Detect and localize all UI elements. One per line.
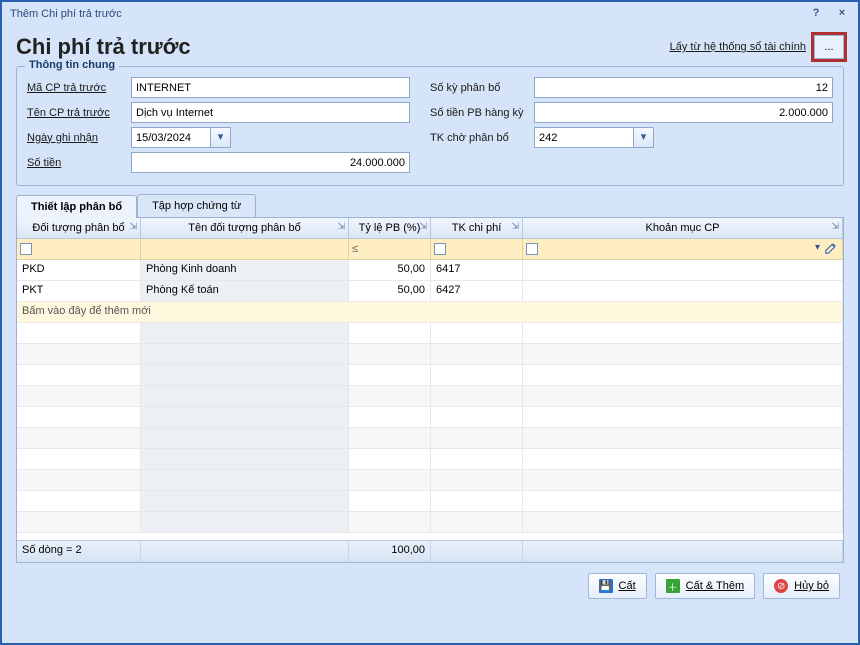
cell-tyle[interactable]: 50,00 xyxy=(349,281,431,301)
pin-icon[interactable]: ⇲ xyxy=(831,221,839,232)
col-ty-le[interactable]: Tỷ lệ PB (%)⇲ xyxy=(349,218,431,238)
add-row-hint: Bấm vào đây để thêm mới xyxy=(17,302,843,322)
grid-body: PKD Phòng Kinh doanh 50,00 6417 PKT Phòn… xyxy=(17,260,843,540)
col-tk-chi-phi[interactable]: TK chi phí⇲ xyxy=(431,218,523,238)
empty-row[interactable] xyxy=(17,491,843,512)
input-so-tien-pb[interactable] xyxy=(534,102,833,123)
label-so-tien: Số tiền xyxy=(27,157,131,169)
cell-tk[interactable]: 6417 xyxy=(431,260,523,280)
input-so-tien[interactable] xyxy=(131,152,410,173)
input-so-ky[interactable] xyxy=(534,77,833,98)
label-so-tien-pb: Số tiền PB hàng kỳ xyxy=(430,107,534,119)
grid-footer: Số dòng = 2 100,00 xyxy=(17,540,843,562)
label-tk-cho: TK chờ phân bổ xyxy=(430,132,534,144)
cell-doi-tuong[interactable]: PKT xyxy=(17,281,141,301)
footer-actions: 💾 Cất ＋ Cất & Thêm ⊘ Hủy bỏ xyxy=(2,563,858,609)
input-ngay-ghi-nhan[interactable] xyxy=(131,127,211,148)
fieldset-legend: Thông tin chung xyxy=(25,59,119,71)
tk-cho-dropdown-button[interactable]: ▾ xyxy=(634,127,654,148)
filter-khoan-muc[interactable]: ▾ xyxy=(523,239,843,259)
help-icon[interactable]: ? xyxy=(808,6,824,22)
edit-icon[interactable] xyxy=(824,241,838,258)
allocation-grid: Đối tượng phân bổ⇲ Tên đối tượng phân bổ… xyxy=(16,217,844,563)
label-ten-cp: Tên CP trả trước xyxy=(27,107,131,119)
add-new-row[interactable]: Bấm vào đây để thêm mới xyxy=(17,302,843,323)
grid-header: Đối tượng phân bổ⇲ Tên đối tượng phân bổ… xyxy=(17,218,843,239)
link-get-from-finance[interactable]: Lấy từ hệ thống sổ tài chính xyxy=(670,41,806,53)
header: Chi phí trả trước Lấy từ hệ thống sổ tài… xyxy=(2,26,858,66)
cell-ten[interactable]: Phòng Kinh doanh xyxy=(141,260,349,280)
cancel-button[interactable]: ⊘ Hủy bỏ xyxy=(763,573,840,599)
empty-row[interactable] xyxy=(17,449,843,470)
cell-tyle[interactable]: 50,00 xyxy=(349,260,431,280)
window-title: Thêm Chi phí trả trước xyxy=(10,8,122,20)
save-label: Cất xyxy=(619,580,636,592)
grid-filter-row: ≤ ▾ xyxy=(17,239,843,260)
filter-doi-tuong[interactable] xyxy=(17,239,141,259)
cell-km[interactable] xyxy=(523,281,843,301)
filter-tyle[interactable]: ≤ xyxy=(349,239,431,259)
fieldset-general-info: Thông tin chung Mã CP trả trước Số kỳ ph… xyxy=(16,66,844,186)
label-so-ky: Số kỳ phân bổ xyxy=(430,82,534,94)
empty-row[interactable] xyxy=(17,428,843,449)
save-add-icon: ＋ xyxy=(666,579,680,593)
save-icon: 💾 xyxy=(599,579,613,593)
empty-row[interactable] xyxy=(17,365,843,386)
label-ngay-ghi-nhan: Ngày ghi nhận xyxy=(27,132,131,144)
cell-km[interactable] xyxy=(523,260,843,280)
pin-icon[interactable]: ⇲ xyxy=(337,221,345,232)
filter-ten[interactable] xyxy=(141,239,349,259)
empty-row[interactable] xyxy=(17,386,843,407)
cell-ten[interactable]: Phòng Kế toán xyxy=(141,281,349,301)
tab-thiet-lap-phan-bo[interactable]: Thiết lập phân bổ xyxy=(16,195,137,218)
tab-tap-hop-chung-tu[interactable]: Tập hợp chứng từ xyxy=(137,194,256,217)
input-tk-cho[interactable] xyxy=(534,127,634,148)
more-button[interactable]: ... xyxy=(814,35,844,59)
pin-icon[interactable]: ⇲ xyxy=(419,221,427,232)
filter-toggle-icon[interactable] xyxy=(526,243,538,255)
input-ma-cp[interactable] xyxy=(131,77,410,98)
cell-doi-tuong[interactable]: PKD xyxy=(17,260,141,280)
pin-icon[interactable]: ⇲ xyxy=(511,221,519,232)
col-doi-tuong[interactable]: Đối tượng phân bổ⇲ xyxy=(17,218,141,238)
filter-toggle-icon[interactable] xyxy=(434,243,446,255)
label-ma-cp: Mã CP trả trước xyxy=(27,82,131,94)
date-picker-button[interactable]: ▾ xyxy=(211,127,231,148)
col-khoan-muc[interactable]: Khoản mục CP⇲ xyxy=(523,218,843,238)
empty-row[interactable] xyxy=(17,512,843,533)
filter-tk[interactable] xyxy=(431,239,523,259)
cancel-label: Hủy bỏ xyxy=(794,580,829,592)
filter-toggle-icon[interactable] xyxy=(20,243,32,255)
cancel-icon: ⊘ xyxy=(774,579,788,593)
footer-so-dong: Số dòng = 2 xyxy=(17,541,141,562)
col-ten-doi-tuong[interactable]: Tên đối tượng phân bổ⇲ xyxy=(141,218,349,238)
footer-tong-tyle: 100,00 xyxy=(349,541,431,562)
save-add-label: Cất & Thêm xyxy=(686,580,745,592)
empty-row[interactable] xyxy=(17,407,843,428)
save-button[interactable]: 💾 Cất xyxy=(588,573,647,599)
dialog-window: Thêm Chi phí trả trước ? × Chi phí trả t… xyxy=(0,0,860,645)
close-icon[interactable]: × xyxy=(834,6,850,22)
pin-icon[interactable]: ⇲ xyxy=(129,221,137,232)
tabs: Thiết lập phân bổ Tập hợp chứng từ xyxy=(16,194,844,217)
table-row[interactable]: PKD Phòng Kinh doanh 50,00 6417 xyxy=(17,260,843,281)
chevron-down-icon[interactable]: ▾ xyxy=(815,242,820,253)
cell-tk[interactable]: 6427 xyxy=(431,281,523,301)
empty-row[interactable] xyxy=(17,344,843,365)
table-row[interactable]: PKT Phòng Kế toán 50,00 6427 xyxy=(17,281,843,302)
page-title: Chi phí trả trước xyxy=(16,34,191,60)
input-ten-cp[interactable] xyxy=(131,102,410,123)
empty-row[interactable] xyxy=(17,470,843,491)
save-and-add-button[interactable]: ＋ Cất & Thêm xyxy=(655,573,756,599)
title-bar: Thêm Chi phí trả trước ? × xyxy=(2,2,858,26)
empty-row[interactable] xyxy=(17,323,843,344)
